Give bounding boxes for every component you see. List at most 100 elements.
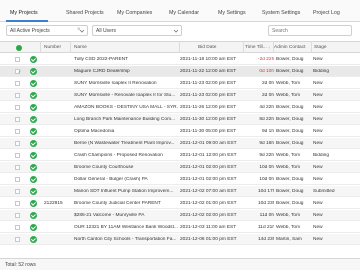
table-row[interactable]: Broome County Courthouse 2021-12-01 02:0… [0, 162, 360, 173]
table-row[interactable]: $285-21 Valcome - Munryville PA 2021-12-… [0, 210, 360, 221]
row-checkbox[interactable] [15, 225, 20, 230]
cell-time-till: 10d 0h [259, 165, 274, 170]
cell-stage: New [313, 177, 323, 182]
row-checkbox[interactable] [15, 177, 20, 182]
table-row[interactable]: SUNY Morrisville - Renovate Ioaplex II f… [0, 90, 360, 101]
cell-name[interactable]: Crash Champions - Proposed Renovation [74, 153, 178, 158]
cell-name[interactable]: OUR 12321 BY 11AM Westlance Bank Woodst.… [74, 225, 178, 230]
row-checkbox[interactable]: ✓ [15, 69, 21, 74]
status-check-icon [30, 104, 37, 111]
row-checkbox[interactable] [15, 81, 20, 86]
row-checkbox[interactable] [15, 57, 20, 62]
cell-bid-date: 2021-12-01 02:00 pm EST [180, 165, 237, 170]
tab-my-projects[interactable]: My Projects [10, 10, 38, 16]
table-row-selected[interactable]: ✓ Maguire CJRD Dealership 2021-11-22 12:… [0, 66, 360, 77]
status-check-icon [30, 68, 37, 75]
cell-bid-date: 2021-12-02 02:00 pm EST [180, 213, 237, 218]
tab-my-settings[interactable]: My Settings [218, 10, 246, 16]
status-check-icon [30, 140, 37, 147]
cell-time-till: 10d 0h [259, 177, 274, 182]
table-row[interactable]: OUR 12321 BY 11AM Westlance Bank Woodst.… [0, 222, 360, 233]
project-filter-value: All Active Projects [10, 28, 50, 34]
cell-name[interactable]: SUNY Morrisville Ioaplex II Renovation [74, 81, 178, 86]
row-checkbox[interactable] [15, 153, 20, 158]
column-header-admin-contact[interactable]: Admin Contact [274, 45, 305, 50]
column-header-bid-date[interactable]: Bid Date [198, 45, 216, 50]
user-filter-select[interactable]: All Users [92, 25, 182, 36]
cell-name[interactable]: $285-21 Valcome - Munryville PA [74, 213, 178, 218]
cell-time-till: 2d 0h [261, 93, 274, 98]
status-check-icon [30, 236, 37, 243]
project-filter-select[interactable]: All Active Projects [6, 25, 88, 36]
cell-time-till: 2d 0h [261, 81, 274, 86]
cell-name[interactable]: North Canton City Schools - Transportati… [74, 237, 178, 242]
tab-project-log[interactable]: Project Log [313, 10, 340, 16]
row-checkbox[interactable] [15, 213, 20, 218]
cell-bid-date: 2021-12-01 02:00 pm EST [180, 177, 237, 182]
table-row[interactable]: AMAZON BOOKS - DESTINY USA MALL - SYR...… [0, 102, 360, 113]
row-checkbox[interactable] [15, 117, 20, 122]
table-row[interactable]: North Canton City Schools - Transportati… [0, 234, 360, 245]
tab-system-settings[interactable]: System Settings [262, 10, 300, 16]
tab-my-calendar[interactable]: My Calendar [169, 10, 199, 16]
cell-name[interactable]: Long Branch Park Maintenance Building Co… [74, 117, 178, 122]
status-check-icon [30, 164, 37, 171]
cell-name[interactable]: Broome County Courthouse [74, 165, 178, 170]
row-checkbox[interactable] [15, 105, 20, 110]
row-checkbox[interactable] [15, 201, 20, 206]
clear-filter-icon[interactable]: × [77, 27, 81, 33]
cell-bid-date: 2021-11-22 12:00 am EST [180, 69, 237, 74]
tab-my-companies[interactable]: My Companies [117, 10, 152, 16]
table-row[interactable]: Tully CSD 2022-PARENT 2021-11-18 10:00 a… [0, 54, 360, 65]
column-header-time-till[interactable]: Time Till... [245, 45, 267, 50]
row-checkbox[interactable] [15, 93, 20, 98]
status-check-icon [30, 224, 37, 231]
cell-bid-date: 2021-12-02 07:00 am EST [180, 189, 237, 194]
select-all-status-icon[interactable] [16, 45, 22, 51]
search-input[interactable] [268, 25, 352, 36]
cell-name[interactable]: SUNY Morrisville - Renovate Ioaplex II f… [74, 93, 178, 98]
table-row[interactable]: Long Branch Park Maintenance Building Co… [0, 114, 360, 125]
table-row[interactable]: 2122915 Broome County Judicial Center PA… [0, 198, 360, 209]
cell-bid-date: 2021-11-18 10:00 am EST [180, 57, 237, 62]
table-row[interactable]: Crash Champions - Proposed Renovation 20… [0, 150, 360, 161]
cell-admin-contact: Webb, Tom [276, 225, 301, 230]
table-row[interactable]: SUNY Morrisville Ioaplex II Renovation 2… [0, 78, 360, 89]
table-row[interactable]: Optima Macedonia 2021-11-30 05:00 pm EST… [0, 126, 360, 137]
tab-shared-projects[interactable]: Shared Projects [66, 10, 104, 16]
cell-admin-contact: Bower, Doug [276, 117, 304, 122]
cell-name[interactable]: Optima Macedonia [74, 129, 178, 134]
column-header-stage[interactable]: Stage [314, 45, 327, 50]
cell-stage: New [313, 117, 323, 122]
row-checkbox[interactable] [15, 141, 20, 146]
cell-name[interactable]: Marion SDT Influent Pump Station Improve… [74, 189, 178, 194]
table-row[interactable]: Dollar General - Bulger (Crash) PA 2021-… [0, 174, 360, 185]
cell-stage: Submitted [313, 189, 335, 194]
cell-name[interactable]: AMAZON BOOKS - DESTINY USA MALL - SYR... [74, 105, 178, 110]
column-divider [273, 41, 274, 53]
row-checkbox[interactable] [15, 189, 20, 194]
row-checkbox[interactable] [15, 129, 20, 134]
cell-name[interactable]: Tully CSD 2022-PARENT [74, 57, 178, 62]
column-header-number[interactable]: Number [44, 45, 61, 50]
cell-time-till: 10d 23h [258, 201, 274, 206]
top-tab-bar: My Projects Shared Projects My Companies… [0, 0, 360, 22]
cell-stage: New [313, 81, 323, 86]
table-row[interactable]: Berne (N Wastewater Treatment Plant Impr… [0, 138, 360, 149]
cell-name[interactable]: Maguire CJRD Dealership [74, 69, 178, 74]
cell-admin-contact: Bower, Doug [276, 69, 304, 74]
cell-time-till: 10d 17h [258, 189, 274, 194]
cell-stage: Bidding [313, 153, 330, 158]
cell-name[interactable]: Broome County Judicial Center PARENT [74, 201, 178, 206]
cell-time-till: -2d 22h [258, 57, 274, 62]
cell-bid-date: 2021-12-03 11:00 am EST [180, 225, 237, 230]
column-header-name[interactable]: Name [74, 45, 87, 50]
cell-name[interactable]: Berne (N Wastewater Treatment Plant Impr… [74, 141, 178, 146]
row-checkbox[interactable] [15, 237, 20, 242]
row-checkbox[interactable] [15, 165, 20, 170]
table-row[interactable]: Marion SDT Influent Pump Station Improve… [0, 186, 360, 197]
cell-admin-contact: Bower, Doug [276, 129, 304, 134]
cell-admin-contact: Webb, Tom [276, 93, 301, 98]
cell-admin-contact: Webb, Tom [276, 165, 301, 170]
cell-name[interactable]: Dollar General - Bulger (Crash) PA [74, 177, 178, 182]
